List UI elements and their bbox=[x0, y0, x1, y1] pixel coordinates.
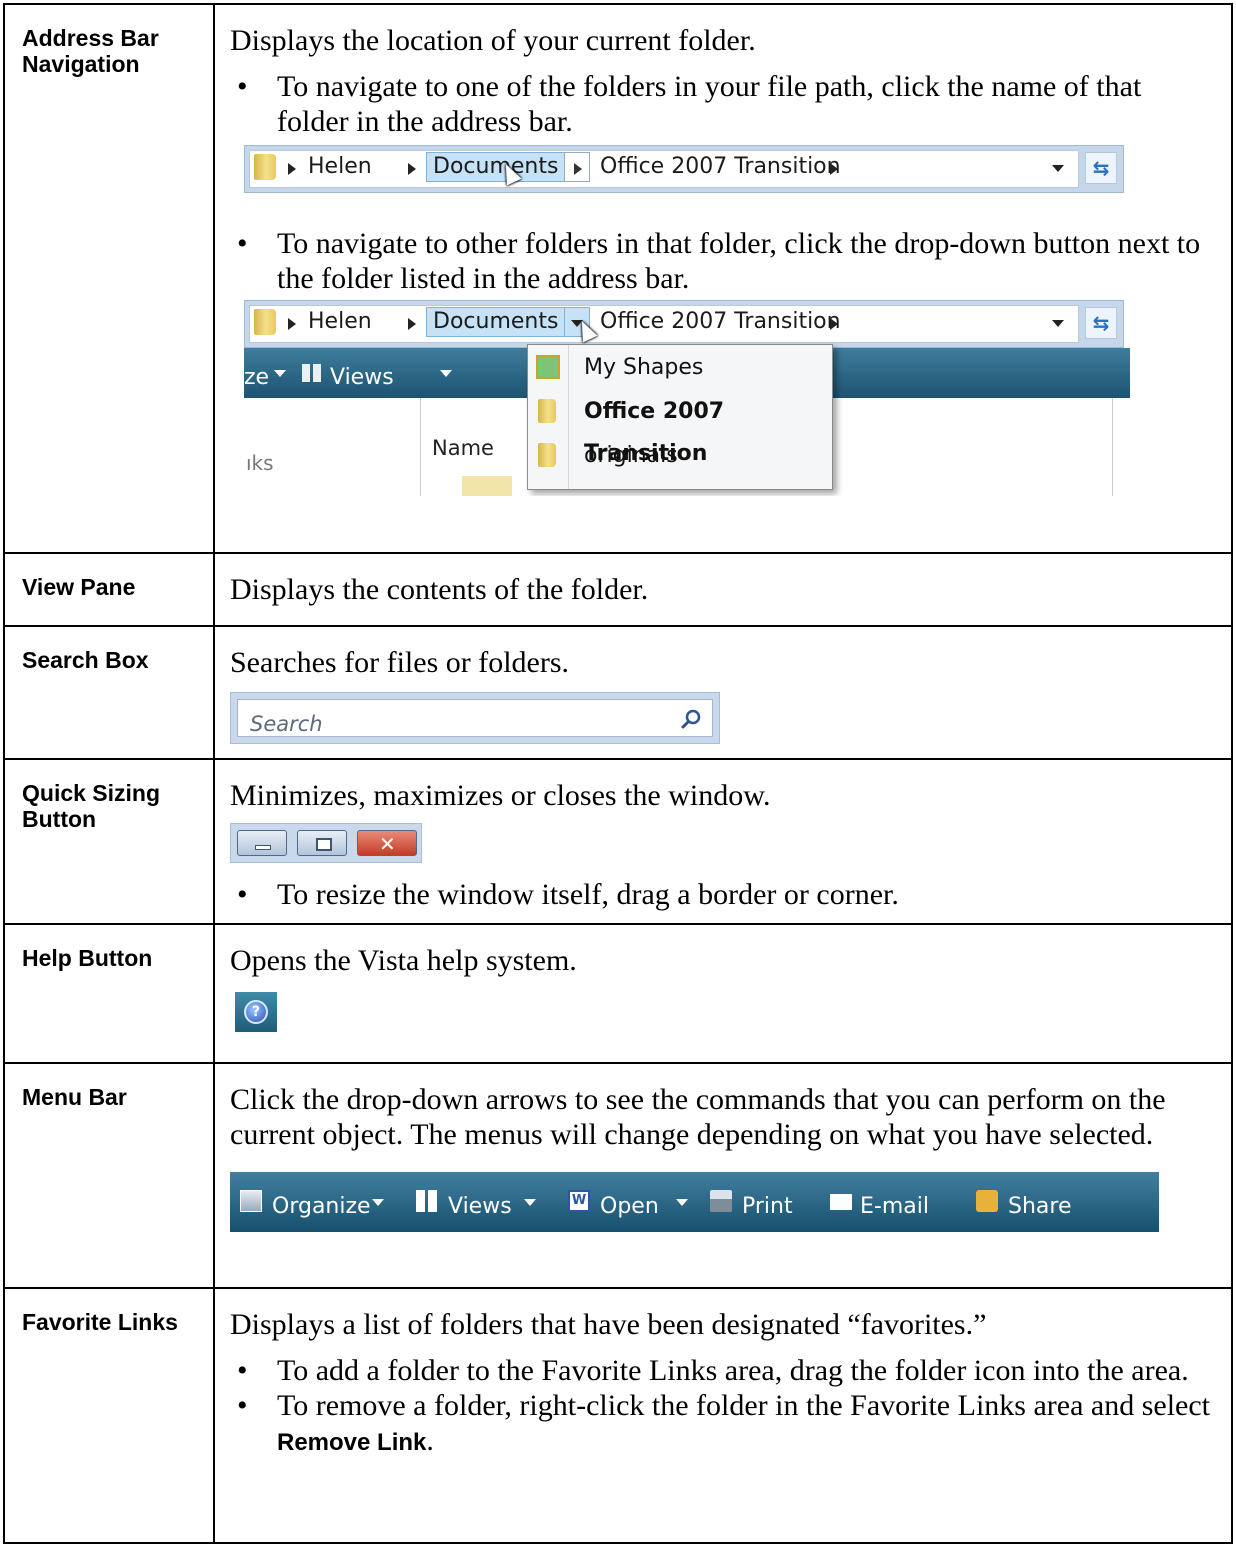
menu-open[interactable]: Open bbox=[600, 1189, 659, 1224]
description: Minimizes, maximizes or closes the windo… bbox=[230, 779, 771, 812]
description: Displays the contents of the folder. bbox=[230, 573, 649, 606]
chevron-right-icon bbox=[288, 163, 296, 175]
chevron-right-icon bbox=[830, 163, 838, 175]
menu-organize[interactable]: Organize bbox=[272, 1189, 371, 1224]
address-dropdown-image: Helen Documents Office 2007 Transition ⇆ bbox=[244, 300, 1130, 496]
chevron-down-icon[interactable] bbox=[1052, 165, 1064, 172]
table-row: View Pane Displays the contents of the f… bbox=[3, 552, 1233, 627]
remove-link-label: Remove Link bbox=[277, 1429, 427, 1456]
term-label: Quick Sizing Button bbox=[22, 780, 161, 832]
term-label: Address Bar Navigation bbox=[22, 25, 159, 77]
menu-item-originals[interactable]: originals bbox=[528, 435, 832, 477]
menu-item-office-2007[interactable]: Office 2007 Transition bbox=[528, 391, 832, 466]
word-icon: W bbox=[568, 1190, 590, 1212]
description: Displays the location of your current fo… bbox=[230, 24, 756, 57]
chevron-down-icon[interactable] bbox=[372, 1199, 384, 1206]
organize-partial[interactable]: ze bbox=[244, 360, 269, 395]
folder-icon bbox=[254, 154, 276, 180]
bullet-item: To resize the window itself, drag a bord… bbox=[230, 877, 1211, 912]
crumb-documents[interactable]: Documents bbox=[426, 152, 566, 182]
folder-icon bbox=[538, 399, 556, 423]
description: Click the drop-down arrows to see the co… bbox=[230, 1083, 1166, 1151]
crumb-documents[interactable]: Documents bbox=[426, 307, 566, 337]
chevron-right-icon bbox=[408, 163, 416, 175]
table-row: Quick Sizing Button Minimizes, maximizes… bbox=[3, 758, 1233, 925]
menu-share[interactable]: Share bbox=[1008, 1189, 1072, 1224]
bullet-item: To navigate to other folders in that fol… bbox=[230, 226, 1211, 296]
menu-print[interactable]: Print bbox=[742, 1189, 793, 1224]
search-box-image: Search bbox=[230, 692, 720, 744]
description: Searches for files or folders. bbox=[230, 646, 570, 679]
minimize-button[interactable] bbox=[237, 830, 287, 856]
table-row: Help Button Opens the Vista help system.… bbox=[3, 923, 1233, 1064]
shapes-icon bbox=[536, 355, 560, 379]
crumb-office-2007[interactable]: Office 2007 Transition bbox=[600, 308, 841, 336]
search-icon bbox=[681, 709, 701, 729]
chevron-down-icon bbox=[274, 370, 286, 377]
search-input[interactable]: Search bbox=[237, 699, 713, 737]
refresh-icon[interactable]: ⇆ bbox=[1085, 152, 1117, 184]
views-icon bbox=[416, 1190, 438, 1212]
menu-email[interactable]: E-mail bbox=[860, 1189, 929, 1224]
help-document: Address Bar Navigation Displays the loca… bbox=[0, 0, 1236, 1547]
chevron-down-icon[interactable] bbox=[676, 1199, 688, 1206]
column-header-name[interactable]: Name bbox=[432, 431, 494, 466]
window-buttons-image: ✕ bbox=[230, 823, 422, 863]
organize-icon bbox=[240, 1190, 262, 1212]
chevron-right-icon bbox=[288, 318, 296, 330]
crumb-office-2007[interactable]: Office 2007 Transition bbox=[600, 153, 841, 181]
feature-table: Address Bar Navigation Displays the loca… bbox=[3, 3, 1233, 1544]
crumb-helen[interactable]: Helen bbox=[308, 153, 372, 181]
refresh-icon[interactable]: ⇆ bbox=[1085, 307, 1117, 339]
table-row: Address Bar Navigation Displays the loca… bbox=[3, 3, 1233, 554]
views-icon bbox=[302, 364, 322, 382]
bullet-item: To add a folder to the Favorite Links ar… bbox=[230, 1353, 1211, 1388]
chevron-down-icon bbox=[440, 370, 452, 377]
term-label: View Pane bbox=[22, 574, 136, 600]
views-button[interactable]: Views bbox=[330, 360, 394, 395]
folder-dropdown-menu: My Shapes Office 2007 Transition origina… bbox=[527, 344, 833, 490]
term-label: Search Box bbox=[22, 647, 149, 673]
table-row: Search Box Searches for files or folders… bbox=[3, 625, 1233, 760]
folder-icon bbox=[254, 309, 276, 335]
maximize-button[interactable] bbox=[297, 830, 347, 856]
crumb-helen[interactable]: Helen bbox=[308, 308, 372, 336]
menu-views[interactable]: Views bbox=[448, 1189, 512, 1224]
mouse-cursor-icon bbox=[574, 317, 598, 343]
description: Displays a list of folders that have bee… bbox=[230, 1308, 987, 1341]
bullet-item: To remove a folder, right-click the fold… bbox=[230, 1388, 1211, 1460]
folder-icon bbox=[538, 443, 556, 467]
close-button[interactable]: ✕ bbox=[357, 830, 417, 856]
menu-bar-image: Organize Views W Open Print E-mail Share bbox=[230, 1172, 1159, 1232]
bullet-item: To navigate to one of the folders in you… bbox=[230, 69, 1211, 139]
email-icon bbox=[830, 1194, 852, 1210]
term-label: Favorite Links bbox=[22, 1309, 178, 1335]
chevron-down-icon[interactable] bbox=[1052, 320, 1064, 327]
term-label: Help Button bbox=[22, 945, 153, 971]
chevron-down-icon[interactable] bbox=[524, 1199, 536, 1206]
printer-icon bbox=[710, 1190, 732, 1212]
help-icon: ? bbox=[244, 1000, 268, 1024]
menu-item-my-shapes[interactable]: My Shapes bbox=[528, 347, 832, 389]
favorite-links-partial: ıks bbox=[246, 451, 274, 475]
chevron-right-icon bbox=[408, 318, 416, 330]
table-row: Menu Bar Click the drop-down arrows to s… bbox=[3, 1062, 1233, 1289]
table-row: Favorite Links Displays a list of folder… bbox=[3, 1287, 1233, 1544]
term-label: Menu Bar bbox=[22, 1084, 127, 1110]
description: Opens the Vista help system. bbox=[230, 944, 577, 977]
chevron-right-icon bbox=[830, 318, 838, 330]
help-button[interactable]: ? bbox=[235, 992, 277, 1032]
share-icon bbox=[976, 1190, 998, 1212]
address-bar-image: Helen Documents Office 2007 Transition ⇆ bbox=[244, 145, 1124, 193]
close-icon: ✕ bbox=[379, 832, 396, 856]
